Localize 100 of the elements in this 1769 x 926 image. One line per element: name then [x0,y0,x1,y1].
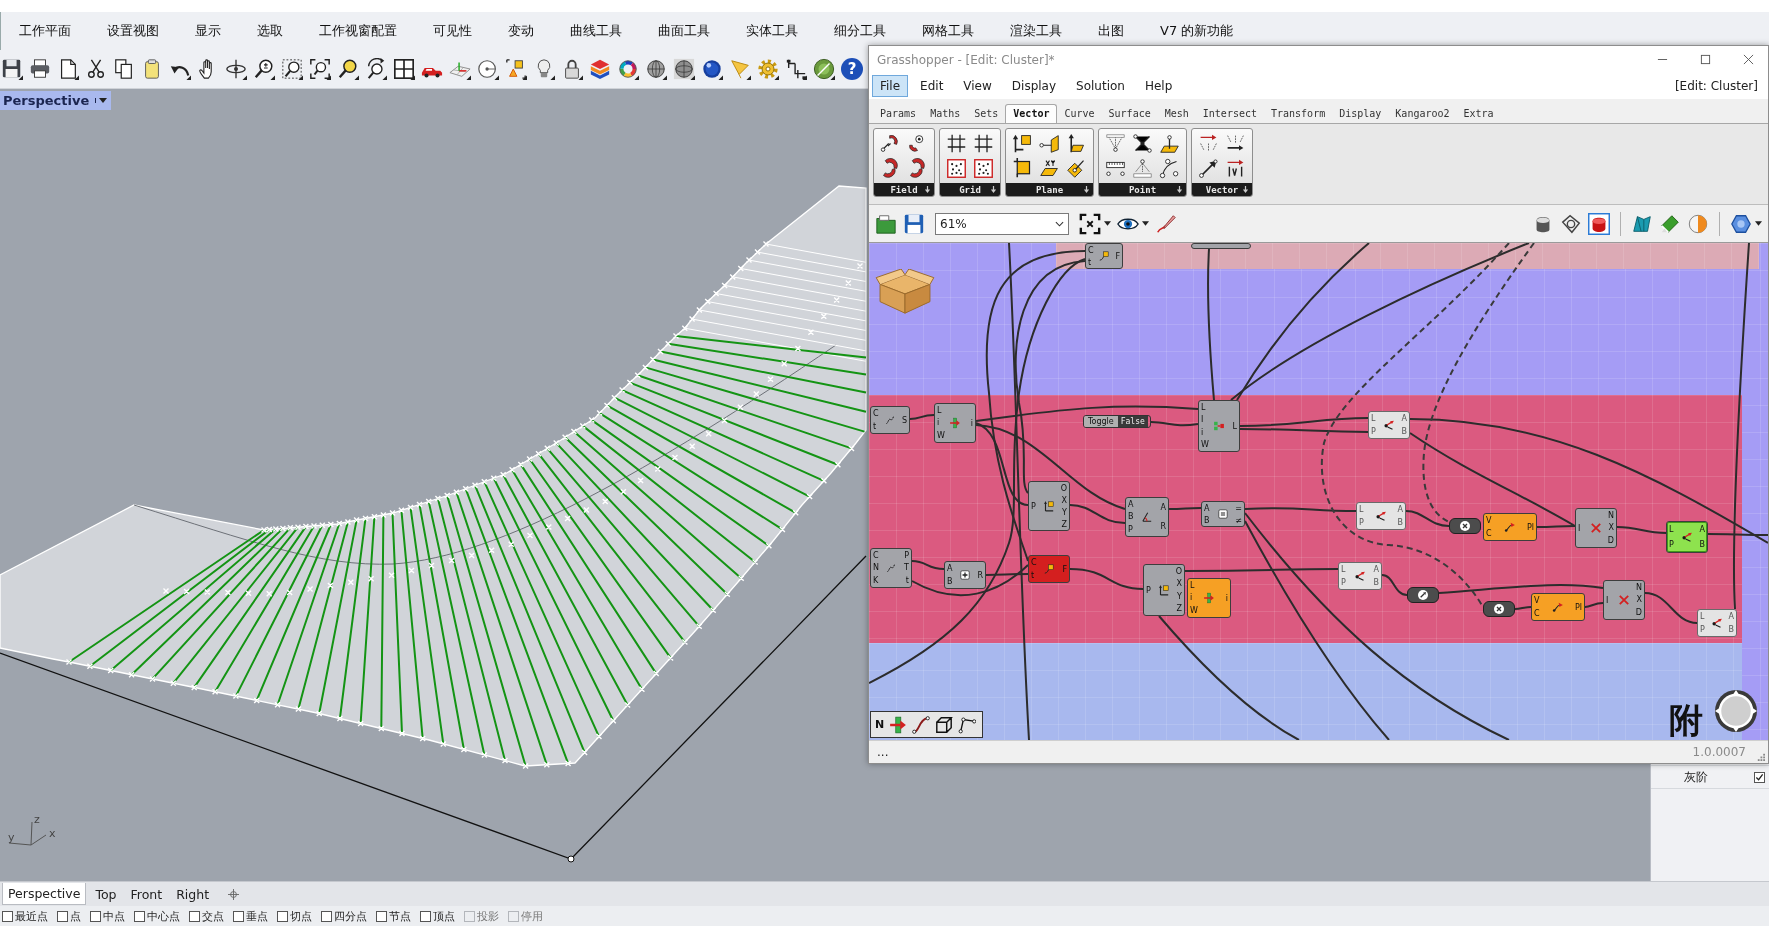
panel-label-bar[interactable]: Vector [1192,183,1252,196]
wire[interactable] [975,422,1029,506]
wire[interactable] [1230,243,1530,401]
viewport-tab[interactable]: Perspective [2,883,87,905]
dashed-wire[interactable] [1320,243,1510,608]
wire[interactable] [1707,533,1768,536]
magnet-icon[interactable] [907,158,928,179]
plane-icon[interactable] [1039,158,1060,179]
zoom-icon[interactable] [253,58,275,80]
plane-icon[interactable] [1066,133,1087,154]
point-plane-icon[interactable] [1159,133,1180,154]
wire[interactable] [1069,504,1126,524]
menu-item[interactable]: Edit [912,75,952,97]
osnap-checkbox[interactable] [420,910,431,922]
viewport-tab[interactable]: Top [90,883,122,905]
menu-item[interactable]: 曲面工具 [640,22,728,40]
component-node[interactable]: C t F [1085,243,1123,269]
vector-length-icon[interactable] [1225,158,1246,179]
ribbon-tab[interactable]: Vector [1005,104,1058,123]
vector-icon[interactable] [1198,158,1219,179]
color-wheel-icon[interactable] [617,58,639,80]
component-node[interactable]: A B P A R [1125,497,1169,537]
save-icon[interactable] [1,58,23,80]
save-icon[interactable] [903,212,925,235]
circle-point-icon[interactable] [477,58,499,80]
wire[interactable] [869,258,1086,684]
menu-item[interactable]: 工作平面 [1,22,89,40]
navigation-icon[interactable] [1714,689,1758,733]
orbit-icon[interactable] [225,58,247,80]
down-arrow-icon[interactable] [990,186,997,193]
caret-icon[interactable] [1142,221,1149,226]
boolean-toggle[interactable]: Toggle False [1083,415,1151,428]
plane-icon[interactable] [1012,158,1033,179]
osnap-checkbox[interactable] [376,910,387,922]
menu-item[interactable]: 曲线工具 [552,22,640,40]
component-node[interactable]: A B = ≠ [1201,501,1245,527]
wire[interactable] [1244,512,1510,740]
menu-item[interactable]: Display [1003,75,1065,97]
four-viewports-icon[interactable] [393,58,415,80]
menu-item[interactable]: 实体工具 [728,22,816,40]
menu-item[interactable]: 细分工具 [816,22,904,40]
dashed-wire[interactable] [1422,243,1535,523]
layers-icon[interactable] [589,58,611,80]
grid-icon[interactable] [946,133,967,154]
print-icon[interactable] [29,58,51,80]
component-node[interactable]: L i W i [934,403,976,443]
help-button[interactable]: ? [841,58,863,80]
down-arrow-icon[interactable] [924,186,931,193]
panel-label-bar[interactable]: Point [1099,183,1186,196]
maximize-icon[interactable] [1700,54,1711,65]
cube-icon[interactable] [935,715,954,734]
wire[interactable] [1014,260,1086,494]
plane-icon[interactable] [1039,133,1060,154]
ribbon-tab[interactable]: Surface [1101,105,1158,123]
ribbon-tab[interactable]: Curve [1057,105,1102,123]
point-arc-icon[interactable] [880,133,901,154]
widget-label[interactable]: N [875,718,885,731]
curve-icon[interactable] [912,715,931,734]
component-node[interactable] [1191,243,1251,249]
wire[interactable] [1236,243,1370,401]
wire[interactable] [1514,606,1532,610]
glossy-sphere-icon[interactable] [701,58,723,80]
osnap-checkbox[interactable] [233,910,244,922]
panel-label-bar[interactable]: Grid [940,183,1000,196]
component-node[interactable]: C t F [1028,555,1070,583]
menu-item[interactable]: V7 的新功能 [1142,22,1252,40]
osnap-checkbox[interactable] [321,910,332,922]
resize-grip-icon[interactable] [1756,752,1765,761]
ribbon-tab[interactable]: Mesh [1157,105,1196,123]
wire[interactable] [1239,417,1369,427]
menu-item[interactable]: 工作视窗配置 [301,22,415,40]
cylinder-icon[interactable] [1588,212,1610,235]
wire[interactable] [1244,520,1390,740]
wire[interactable] [1381,574,1408,596]
component-node[interactable]: P O X Y Z [1028,481,1070,531]
zoom-dropdown[interactable]: 61% [935,212,1069,235]
zoom-selected-icon[interactable] [337,58,359,80]
component-node[interactable]: V C Pl [1531,593,1585,621]
component-node[interactable]: A B R [944,561,986,589]
points-icon[interactable] [1132,133,1153,154]
circle-slash-icon[interactable] [813,58,835,80]
operator-node[interactable] [1407,587,1439,603]
component-node[interactable]: L i W i [1187,578,1231,618]
component-node[interactable]: V C Pl [1483,513,1537,541]
osnap-checkbox[interactable] [57,910,68,922]
polyline-icon[interactable] [958,715,977,734]
diamond-icon[interactable] [1659,212,1681,235]
menu-item[interactable]: 选取 [239,22,301,40]
menu-item[interactable]: Solution [1068,75,1133,97]
wire[interactable] [911,564,1029,597]
viewport-tab[interactable]: Front [125,883,168,905]
osnap-checkbox[interactable] [90,910,101,922]
ribbon-tab[interactable]: Kangaroo2 [1388,105,1457,123]
menu-item[interactable]: View [955,75,1000,97]
wire[interactable] [1158,615,1300,740]
osnap-checkbox[interactable] [2,910,13,922]
dot-grid-icon[interactable] [946,158,967,179]
wire[interactable] [1069,568,1144,590]
open-folder-icon[interactable] [875,212,897,235]
menu-item[interactable]: 可见性 [415,22,490,40]
